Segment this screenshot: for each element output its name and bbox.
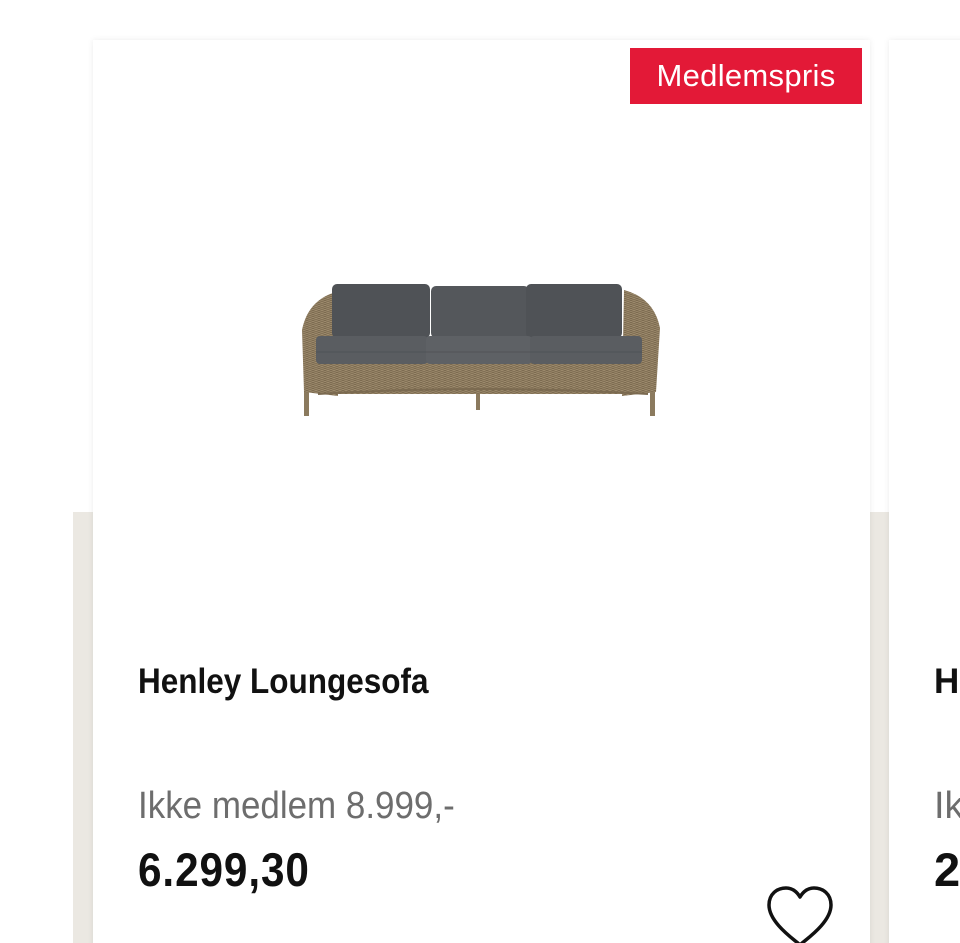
next-product-title[interactable]: H xyxy=(934,662,959,702)
member-price-badge: Medlemspris xyxy=(630,48,862,104)
next-product-card[interactable]: H Ik 2 xyxy=(889,40,960,943)
next-regular-price: Ik xyxy=(934,785,960,827)
member-price: 6.299,30 xyxy=(138,843,310,896)
product-listing: Medlemspris Henley Loungesofa Ikke medle… xyxy=(0,0,960,943)
product-title[interactable]: Henley Loungesofa xyxy=(138,662,429,702)
regular-price: Ikke medlem 8.999,- xyxy=(138,785,455,827)
heart-outline-icon[interactable] xyxy=(765,885,835,943)
lounge-sofa-image[interactable] xyxy=(298,270,664,418)
next-member-price: 2 xyxy=(934,843,960,896)
product-card[interactable]: Medlemspris Henley Loungesofa Ikke medle… xyxy=(93,40,870,943)
